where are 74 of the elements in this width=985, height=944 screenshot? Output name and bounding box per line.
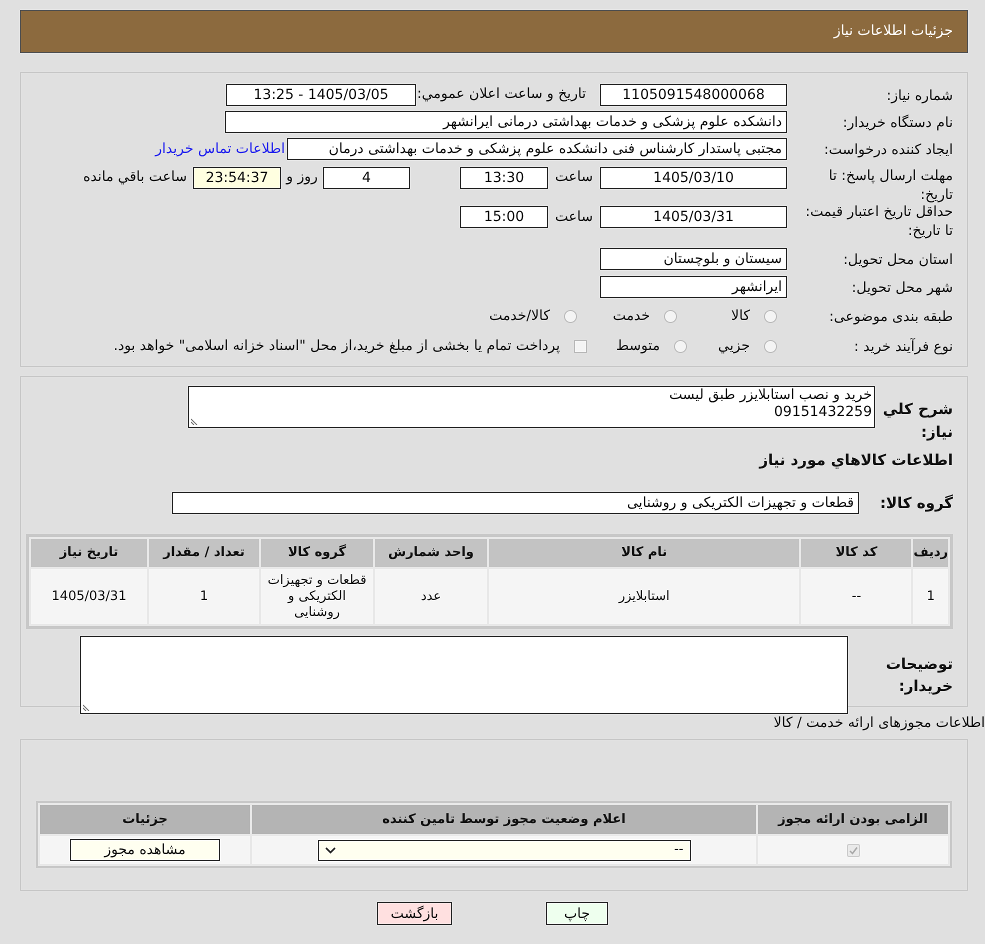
- field-label: شماره نیاز:: [886, 88, 953, 104]
- field-label: ساعت: [554, 168, 594, 187]
- print-button[interactable]: چاپ: [546, 902, 608, 925]
- radio-button[interactable]: [764, 340, 777, 352]
- buyer-contact-link[interactable]: اطلاعات تماس خریدار: [155, 138, 285, 160]
- requester-field: مجتبی پاستدار کارشناس فنی دانشکده علوم پزشکی و خدمات بهداشتی درمان: [287, 138, 787, 160]
- column-header: نام کالا: [489, 539, 800, 567]
- resize-grip-icon[interactable]: [83, 703, 91, 711]
- field-label: توضیحات خریدار:: [884, 654, 953, 697]
- chevron-down-icon: [324, 846, 336, 854]
- field-label: نوع فرآیند خرید :: [854, 339, 953, 355]
- field-label: شرح كلي نياز:: [882, 399, 953, 443]
- radio-label: كالا/خدمت: [489, 306, 550, 326]
- payment-note: پرداخت تمام یا بخشی از مبلغ خرید،از محل "اسناد خزانه اسلامی" خواهد بود.: [114, 336, 560, 356]
- licenses-title: اطلاعات مجوزهای ارائه خدمت / کالا: [774, 714, 985, 732]
- column-header: ردیف: [913, 539, 948, 567]
- view-license-button[interactable]: مشاهده مجوز: [70, 839, 220, 861]
- column-header: کد کالا: [801, 539, 912, 567]
- need-number-field: 1105091548000068: [600, 84, 787, 106]
- radio-button[interactable]: [674, 340, 687, 352]
- back-button[interactable]: بازگشت: [377, 902, 452, 925]
- field-label: مهلت ارسال پاسخ: تا تاریخ:: [828, 167, 953, 205]
- deadline-date-field: 1405/03/10: [600, 167, 787, 189]
- checkbox[interactable]: [574, 340, 587, 352]
- table-cell: عدد: [375, 569, 487, 624]
- field-label: تاريخ و ساعت اعلان عمومي:: [416, 85, 586, 104]
- field-label: حداقل تاریخ اعتبار قیمت: تا تاریخ:: [804, 203, 953, 241]
- radio-label: خدمت: [612, 306, 650, 326]
- radio-button[interactable]: [664, 310, 677, 322]
- field-label: ساعت باقي مانده: [83, 168, 187, 187]
- radio-label: متوسط: [616, 336, 660, 356]
- column-header: الزامی بودن ارائه مجوز: [758, 805, 948, 834]
- goods-heading: اطلاعات كالاهاي مورد نياز: [759, 450, 953, 471]
- field-label: ایجاد کننده درخواست:: [824, 142, 953, 158]
- required-checkbox[interactable]: [846, 844, 860, 856]
- radio-button[interactable]: [764, 310, 777, 322]
- table-cell: --: [801, 569, 912, 624]
- description-field[interactable]: خرید و نصب استابلایزر طبق لیست 09151432259: [188, 386, 875, 428]
- announce-date-field: 1405/03/05 - 13:25: [226, 84, 416, 106]
- city-field: ایرانشهر: [600, 276, 787, 298]
- buyer-notes-field[interactable]: [80, 636, 848, 714]
- column-header: تاریخ نیاز: [31, 539, 147, 567]
- buyer-field: دانشکده علوم پزشکی و خدمات بهداشتی درمانی ایرانشهر: [225, 110, 787, 132]
- field-label: گروه کالا:: [879, 492, 953, 514]
- column-header: واحد شمارش: [375, 539, 487, 567]
- province-field: سیستان و بلوچستان: [600, 248, 787, 270]
- status-select[interactable]: --: [318, 840, 690, 860]
- field-label: طبقه بندی موضوعی:: [829, 309, 953, 325]
- field-label: نام دستگاه خریدار:: [842, 114, 953, 130]
- goods-group-field: قطعات و تجهیزات الکتریکی و روشنایی: [172, 492, 859, 514]
- table-cell: 1405/03/31: [31, 569, 147, 624]
- column-header: جزئیات: [40, 805, 250, 834]
- page-title: جزئیات اطلاعات نیاز: [834, 22, 953, 41]
- days-field: 4: [323, 167, 410, 189]
- field-label: ساعت: [554, 208, 594, 226]
- field-label: استان محل تحویل:: [843, 252, 953, 268]
- field-label: شهر محل تحویل:: [852, 280, 953, 296]
- table-cell: 1: [149, 569, 259, 624]
- remaining-time-field: 23:54:37: [193, 167, 281, 189]
- deadline-time-field: 13:30: [460, 167, 548, 189]
- validity-date-field: 1405/03/31: [600, 206, 787, 228]
- radio-label: كالا: [731, 306, 750, 326]
- column-header: گروه کالا: [261, 539, 373, 567]
- column-header: تعداد / مقدار: [149, 539, 259, 567]
- radio-label: جزيي: [718, 336, 750, 356]
- table-cell: 1: [913, 569, 948, 624]
- validity-time-field: 15:00: [460, 206, 548, 228]
- field-label: روز و: [284, 168, 319, 187]
- table-cell: استابلایزر: [489, 569, 800, 624]
- radio-button[interactable]: [564, 310, 577, 322]
- resize-grip-icon[interactable]: [191, 417, 199, 425]
- table-cell: قطعات و تجهیزات الکتریکی و روشنایی: [261, 569, 373, 624]
- column-header: اعلام وضعیت مجوز توسط تامین کننده: [252, 805, 756, 834]
- check-icon: [848, 846, 858, 854]
